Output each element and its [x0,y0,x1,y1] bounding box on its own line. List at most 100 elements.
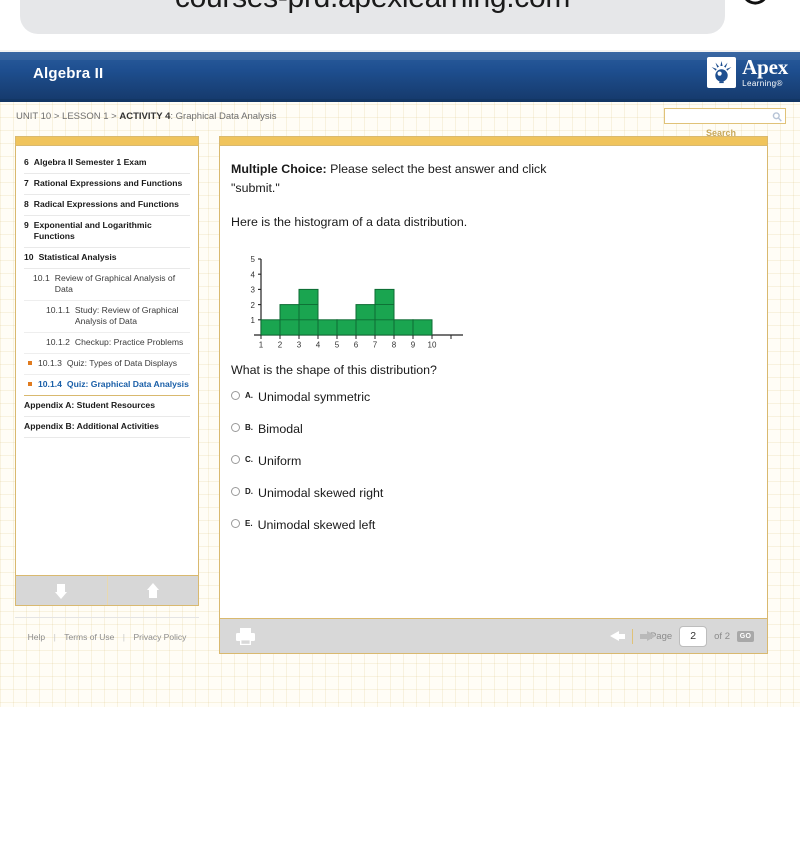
answer-choice-list[interactable]: A. Unimodal symmetric B. Bimodal C. Uniform D.… [231,390,574,532]
sidebar-item-number: 10.1.1 [46,305,70,315]
sidebar-item-7[interactable]: 7 Rational Expressions and Functions [24,174,190,195]
page-canvas: Algebra II Apex Learning® UNIT 10 > LESS… [0,52,800,854]
sidebar-item-9[interactable]: 9 Exponential and Logarithmic Functions [24,216,190,248]
question-kind-label: Multiple Choice: [231,162,327,176]
reload-icon[interactable] [738,0,772,8]
outline-bullet-icon [28,382,32,386]
go-button[interactable]: GO [737,630,754,642]
answer-choice-text: Unimodal skewed right [258,486,384,501]
url-bar[interactable]: courses-prd.apexlearning.com [20,0,725,34]
answer-choice-letter: E. [245,519,253,529]
answer-choice-e[interactable]: E. Unimodal skewed left [231,518,574,532]
svg-text:2: 2 [278,341,283,350]
sidebar-item-10-1-4[interactable]: 10.1.4 Quiz: Graphical Data Analysis [24,375,190,396]
svg-text:6: 6 [354,341,359,350]
sidebar-item-label: Exponential and Logarithmic Functions [33,220,152,241]
svg-text:3: 3 [297,341,302,350]
answer-choice-c[interactable]: C. Uniform [231,454,574,468]
sidebar-item-label: Appendix A: Student Resources [24,400,155,410]
svg-text:5: 5 [251,255,256,264]
sidebar-item-label: Statistical Analysis [38,252,117,262]
answer-choice-d[interactable]: D. Unimodal skewed right [231,486,574,500]
svg-text:8: 8 [392,341,397,350]
url-text: courses-prd.apexlearning.com [175,0,570,15]
radio-button-e[interactable] [231,519,240,529]
printer-icon [235,627,255,645]
sidebar-item-10-1-1[interactable]: 10.1.1 Study: Review of Graphical Analysi… [24,301,190,333]
activity-toolbar: Page of 2 GO [220,618,767,653]
answer-choice-text: Unimodal symmetric [258,390,371,405]
footer-link-help[interactable]: Help [28,632,45,642]
breadcrumb-sep-2: > [111,111,117,122]
radio-button-b[interactable] [231,423,240,433]
sidebar-item-number: 10.1.2 [46,337,70,347]
histogram-chart: 1 2 3 4 5 1 2 3 4 5 6 7 8 9 10 [233,245,465,357]
sidebar-item-10-1[interactable]: 10.1 Review of Graphical Analysis of Data [24,269,190,301]
footer-links: Help | Terms of Use | Privacy Policy [15,617,199,645]
sidebar-item-6[interactable]: 6 Algebra II Semester 1 Exam [24,153,190,174]
sidebar-item-appendix-11[interactable]: Appendix B: Additional Activities [24,417,190,438]
sidebar-item-10[interactable]: 10 Statistical Analysis [24,248,190,269]
svg-text:4: 4 [251,271,256,280]
course-outline-list[interactable]: 6 Algebra II Semester 1 Exam 7 Rational Exp… [16,146,198,567]
outline-scroll-controls [16,575,198,605]
question-area: Multiple Choice: Please select the best … [220,146,590,532]
answer-choice-a[interactable]: A. Unimodal symmetric [231,390,574,404]
footer-link-terms[interactable]: Terms of Use [64,632,114,642]
breadcrumb-activity-title: : Graphical Data Analysis [170,111,277,122]
sidebar-item-8[interactable]: 8 Radical Expressions and Functions [24,195,190,216]
svg-text:7: 7 [373,341,378,350]
outline-scroll-up-button[interactable] [106,576,199,605]
outline-scroll-down-button[interactable] [16,576,107,605]
radio-button-a[interactable] [231,391,240,401]
sidebar-item-label: Quiz: Graphical Data Analysis [66,379,189,389]
course-outline-panel: 6 Algebra II Semester 1 Exam 7 Rational Exp… [15,136,199,606]
header-sheen [0,52,800,60]
answer-choice-text: Bimodal [258,422,303,437]
outline-bullet-icon [28,361,32,365]
answer-choice-letter: A. [245,391,253,401]
footer-sep-2: | [122,632,125,642]
toolbar-separator [631,628,633,644]
answer-choice-text: Uniform [258,454,302,469]
sidebar-item-appendix-10[interactable]: Appendix A: Student Resources [24,396,190,417]
sidebar-item-label: Algebra II Semester 1 Exam [33,157,147,167]
svg-text:10: 10 [428,341,437,350]
sidebar-item-number: 10.1.3 [38,358,62,368]
breadcrumb-activity: ACTIVITY 4 [119,111,171,122]
page-bottom-fill [0,707,800,854]
sidebar-item-number: 10.1.4 [38,379,62,389]
question-body: Multiple Choice: Please select the best … [220,146,767,618]
course-title: Algebra II [33,65,104,82]
page-total-label: of 2 [714,630,730,642]
radio-button-c[interactable] [231,455,240,465]
sidebar-item-label: Checkup: Practice Problems [74,337,184,347]
question-intro: Here is the histogram of a data distribu… [231,214,468,229]
apex-tagline: Learning® [742,79,783,88]
sidebar-item-10-1-2[interactable]: 10.1.2 Checkup: Practice Problems [24,333,190,354]
breadcrumb-sep-1: > [53,111,60,122]
svg-text:5: 5 [335,341,340,350]
search-box[interactable] [664,108,786,126]
apex-logo[interactable]: Apex Learning® [707,57,788,88]
answer-choice-b[interactable]: B. Bimodal [231,422,574,436]
breadcrumb-row: UNIT 10 > LESSON 1 > ACTIVITY 4: Graphic… [0,105,800,138]
apex-lightbulb-icon [707,57,737,88]
breadcrumb-lesson[interactable]: LESSON 1 [62,111,108,122]
answer-choice-text: Unimodal skewed left [257,518,376,533]
question-prompt: What is the shape of this distribution? [231,363,437,378]
sidebar-item-number: 10 [24,252,34,262]
apex-wordmark: Apex Learning® [742,57,788,88]
browser-chrome: courses-prd.apexlearning.com [0,0,800,52]
page-number-input[interactable] [679,625,708,647]
search-input[interactable] [665,112,769,126]
sidebar-item-number: 7 [24,178,29,188]
radio-button-d[interactable] [231,487,240,497]
breadcrumb-unit[interactable]: UNIT 10 [16,111,51,122]
app-header: Algebra II Apex Learning® [0,52,800,102]
footer-link-privacy[interactable]: Privacy Policy [133,632,186,642]
svg-text:3: 3 [251,286,256,295]
sidebar-item-10-1-3[interactable]: 10.1.3 Quiz: Types of Data Displays [24,354,190,375]
print-button[interactable] [234,626,256,646]
svg-text:2: 2 [251,301,256,310]
